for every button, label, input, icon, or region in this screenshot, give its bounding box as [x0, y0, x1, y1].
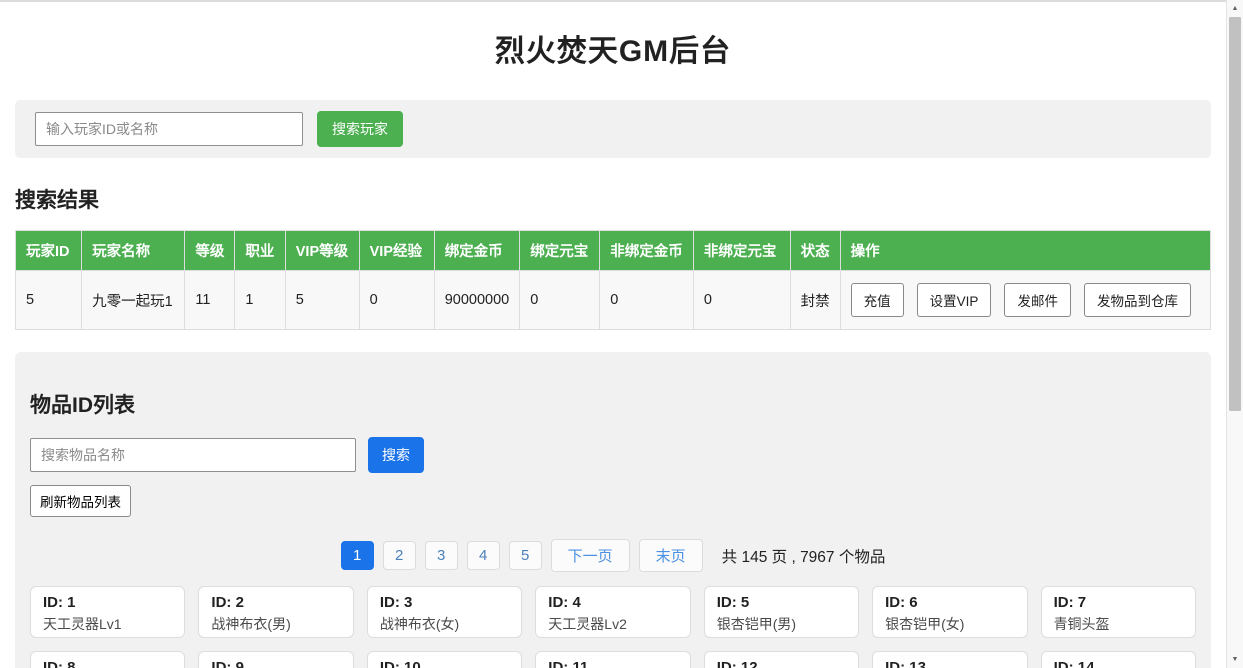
column-job: 职业: [235, 231, 285, 271]
player-results-table: 玩家ID 玩家名称 等级 职业 VIP等级 VIP经验 绑定金币 绑定元宝 非绑…: [15, 230, 1211, 330]
search-results-heading: 搜索结果: [15, 184, 1211, 214]
item-id: ID: 12: [717, 659, 846, 668]
item-id: ID: 10: [380, 659, 509, 668]
vertical-scrollbar[interactable]: ▲ ▼: [1226, 0, 1243, 668]
item-card[interactable]: ID: 10 六方戒指: [367, 651, 522, 668]
item-card[interactable]: ID: 8 镀银项链: [30, 651, 185, 668]
item-card[interactable]: ID: 9 铜制手镯: [198, 651, 353, 668]
item-id: ID: 4: [548, 594, 677, 611]
column-vip-exp: VIP经验: [359, 231, 434, 271]
page-button-4[interactable]: 4: [467, 541, 500, 570]
cell-vip-level: 5: [285, 271, 359, 330]
item-id: ID: 3: [380, 594, 509, 611]
page-button-5[interactable]: 5: [509, 541, 542, 570]
item-name: 青铜头盔: [1054, 614, 1183, 634]
item-card[interactable]: ID: 7 青铜头盔: [1041, 586, 1196, 638]
cell-player-name: 九零一起玩1: [82, 271, 185, 330]
page-container: 烈火焚天GM后台 搜索玩家 搜索结果 玩家ID 玩家名称 等级 职业 VIP等级…: [0, 2, 1226, 668]
send-mail-button[interactable]: 发邮件: [1004, 283, 1071, 317]
cell-level: 11: [185, 271, 235, 330]
item-name: 银杏铠甲(女): [885, 614, 1014, 634]
table-header-row: 玩家ID 玩家名称 等级 职业 VIP等级 VIP经验 绑定金币 绑定元宝 非绑…: [16, 231, 1211, 271]
set-vip-button[interactable]: 设置VIP: [917, 283, 992, 317]
item-name: 战神布衣(女): [380, 614, 509, 634]
refresh-item-list-button[interactable]: 刷新物品列表: [30, 485, 131, 517]
column-level: 等级: [185, 231, 235, 271]
item-id: ID: 7: [1054, 594, 1183, 611]
item-name: 银杏铠甲(男): [717, 614, 846, 634]
send-item-to-warehouse-button[interactable]: 发物品到仓库: [1084, 283, 1191, 317]
cell-bound-yuanbao: 0: [520, 271, 600, 330]
search-player-button[interactable]: 搜索玩家: [317, 111, 403, 147]
page-title: 烈火焚天GM后台: [15, 26, 1211, 70]
cell-job: 1: [235, 271, 285, 330]
item-list-heading: 物品ID列表: [30, 389, 1196, 419]
item-card[interactable]: ID: 2 战神布衣(男): [198, 586, 353, 638]
item-id: ID: 6: [885, 594, 1014, 611]
cell-actions: 充值 设置VIP 发邮件 发物品到仓库: [840, 271, 1210, 330]
next-page-button[interactable]: 下一页: [551, 539, 630, 572]
player-search-panel: 搜索玩家: [15, 100, 1211, 158]
cell-bound-gold: 90000000: [434, 271, 520, 330]
column-unbound-gold: 非绑定金币: [600, 231, 694, 271]
item-card[interactable]: ID: 5 银杏铠甲(男): [704, 586, 859, 638]
last-page-button[interactable]: 末页: [639, 539, 703, 572]
pagination-summary: 共 145 页 , 7967 个物品: [722, 545, 886, 567]
scrollbar-thumb[interactable]: [1229, 17, 1241, 411]
column-actions: 操作: [840, 231, 1210, 271]
page-button-3[interactable]: 3: [425, 541, 458, 570]
item-name: 天工灵器Lv1: [43, 614, 172, 634]
table-row: 5 九零一起玩1 11 1 5 0 90000000 0 0 0 封禁 充值 设…: [16, 271, 1211, 330]
item-id: ID: 8: [43, 659, 172, 668]
item-id: ID: 2: [211, 594, 340, 611]
item-card[interactable]: ID: 3 战神布衣(女): [367, 586, 522, 638]
cell-player-id: 5: [16, 271, 82, 330]
page-button-2[interactable]: 2: [383, 541, 416, 570]
item-card[interactable]: ID: 12 矿洞靴子: [704, 651, 859, 668]
item-search-row: 搜索: [30, 437, 1196, 473]
item-card[interactable]: ID: 13 天工灵器Lv3: [872, 651, 1027, 668]
player-search-input[interactable]: [35, 112, 303, 146]
column-vip-level: VIP等级: [285, 231, 359, 271]
item-id: ID: 13: [885, 659, 1014, 668]
cell-unbound-gold: 0: [600, 271, 694, 330]
page-button-1[interactable]: 1: [341, 541, 374, 570]
item-cards-grid: ID: 1 天工灵器Lv1 ID: 2 战神布衣(男) ID: 3 战神布衣(女…: [30, 586, 1196, 668]
column-player-name: 玩家名称: [82, 231, 185, 271]
column-player-id: 玩家ID: [16, 231, 82, 271]
column-bound-gold: 绑定金币: [434, 231, 520, 271]
item-card[interactable]: ID: 4 天工灵器Lv2: [535, 586, 690, 638]
recharge-button[interactable]: 充值: [851, 283, 904, 317]
column-status: 状态: [790, 231, 840, 271]
scroll-up-icon[interactable]: ▲: [1227, 0, 1243, 17]
item-id: ID: 9: [211, 659, 340, 668]
item-id: ID: 1: [43, 594, 172, 611]
cell-unbound-yuanbao: 0: [693, 271, 790, 330]
item-id: ID: 14: [1054, 659, 1183, 668]
table-header: 玩家ID 玩家名称 等级 职业 VIP等级 VIP经验 绑定金币 绑定元宝 非绑…: [16, 231, 1211, 271]
refresh-row: 刷新物品列表: [30, 473, 1196, 517]
search-item-button[interactable]: 搜索: [368, 437, 424, 473]
item-id: ID: 5: [717, 594, 846, 611]
item-name: 天工灵器Lv2: [548, 614, 677, 634]
item-card[interactable]: ID: 11 兽纹腰带: [535, 651, 690, 668]
pagination: 1 2 3 4 5 下一页 末页 共 145 页 , 7967 个物品: [30, 539, 1196, 572]
item-card[interactable]: ID: 1 天工灵器Lv1: [30, 586, 185, 638]
scroll-down-icon[interactable]: ▼: [1227, 651, 1243, 668]
column-unbound-yuanbao: 非绑定元宝: [693, 231, 790, 271]
items-panel: 物品ID列表 搜索 刷新物品列表 1 2 3 4 5 下一页 末页 共 145 …: [15, 352, 1211, 668]
item-card[interactable]: ID: 6 银杏铠甲(女): [872, 586, 1027, 638]
item-search-input[interactable]: [30, 438, 356, 472]
column-bound-yuanbao: 绑定元宝: [520, 231, 600, 271]
item-id: ID: 11: [548, 659, 677, 668]
cell-vip-exp: 0: [359, 271, 434, 330]
cell-status: 封禁: [790, 271, 840, 330]
item-name: 战神布衣(男): [211, 614, 340, 634]
item-card[interactable]: ID: 14 五兽豹服(男): [1041, 651, 1196, 668]
